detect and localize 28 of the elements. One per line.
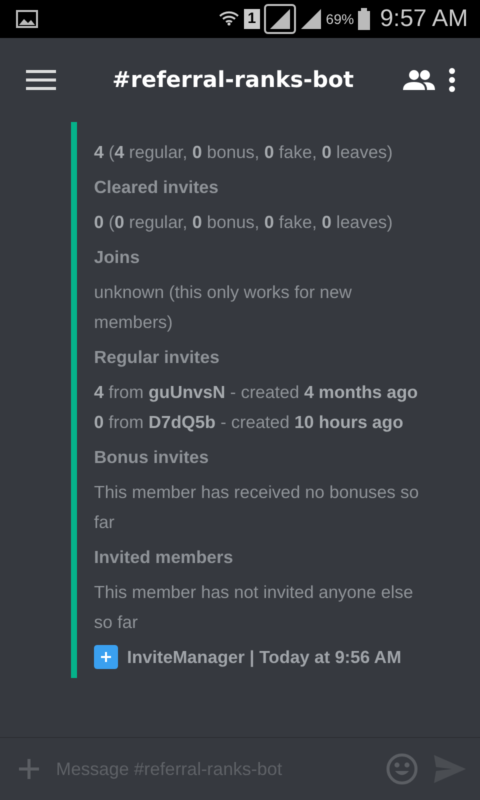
- field-title: Regular invites: [94, 346, 220, 369]
- field-value: far: [94, 511, 116, 534]
- signal-icon: [300, 8, 322, 30]
- signal-icon: [264, 4, 296, 34]
- field-value: This member has received no bonuses so: [94, 481, 420, 504]
- field-value: 0 from D7dQ5b - created 10 hours ago: [94, 411, 404, 434]
- battery-percent: 69%: [326, 11, 354, 27]
- field-title: Invited members: [94, 546, 234, 569]
- field-title: Joins: [94, 246, 141, 269]
- field-value: members): [94, 311, 174, 334]
- field-value: 0 (0 regular, 0 bonus, 0 fake, 0 leaves): [94, 211, 394, 234]
- embed-footer: InviteManager | Today at 9:56 AM: [127, 642, 402, 672]
- sim-indicator: 1: [244, 9, 260, 29]
- field-value: so far: [94, 611, 139, 634]
- field-value: unknown (this only works for new: [94, 281, 353, 304]
- channel-title: #referral-ranks-bot: [111, 68, 355, 92]
- field-value: This member has not invited anyone else: [94, 581, 414, 604]
- picture-icon: [16, 10, 38, 28]
- field-title: Cleared invites: [94, 176, 220, 199]
- menu-icon[interactable]: [26, 69, 56, 91]
- field-value: 4 from guUnvsN - created 4 months ago: [94, 381, 419, 404]
- battery-icon: [358, 8, 370, 30]
- field-title: Bonus invites: [94, 446, 210, 469]
- bot-avatar-icon: [94, 645, 118, 669]
- members-icon[interactable]: [402, 69, 436, 91]
- field-value: 4 (4 regular, 0 bonus, 0 fake, 0 leaves): [94, 141, 394, 164]
- clock: 9:57 AM: [380, 5, 468, 33]
- more-icon[interactable]: [448, 67, 456, 93]
